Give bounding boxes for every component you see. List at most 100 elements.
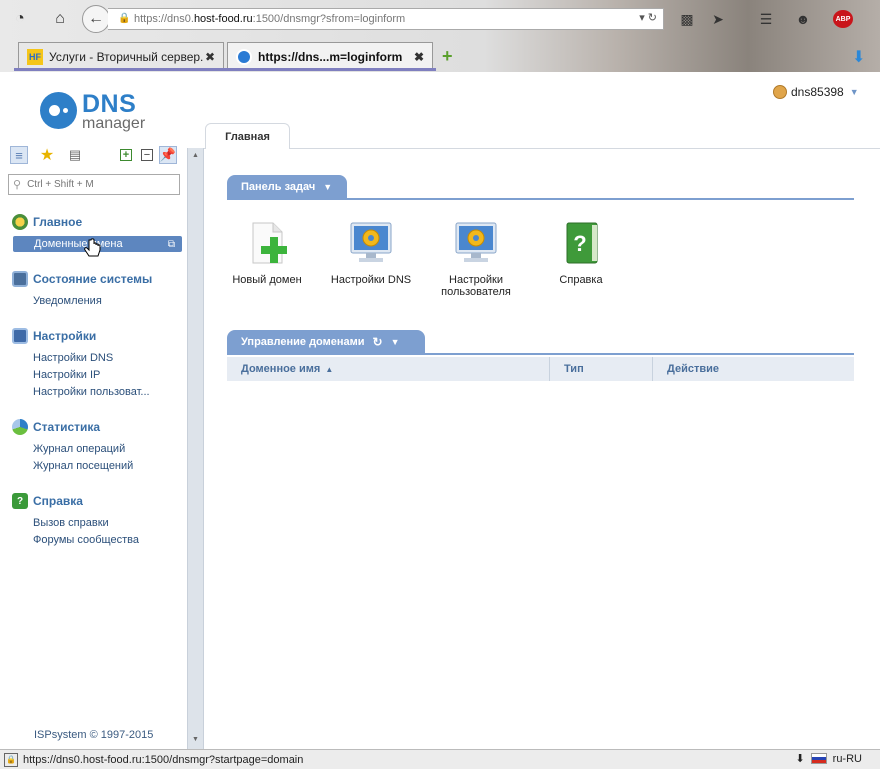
- favorites-icon[interactable]: ★: [38, 146, 56, 164]
- tree-view-icon[interactable]: ≡: [10, 146, 28, 164]
- close-icon[interactable]: ✖: [203, 50, 217, 64]
- sidebar-item-dns-settings[interactable]: Настройки DNS: [33, 352, 113, 364]
- locale[interactable]: ru-RU: [833, 753, 862, 765]
- collapse-all-icon[interactable]: −: [141, 149, 153, 161]
- browser-tab-services[interactable]: HF Услуги - Вторичный сервер... ✖: [18, 42, 224, 70]
- adblock-button[interactable]: ABP: [833, 10, 853, 28]
- hostfood-favicon-icon: HF: [27, 48, 43, 65]
- user-icon: [773, 85, 787, 99]
- task-help[interactable]: ? Справка: [536, 220, 626, 286]
- menu-search[interactable]: ⚲: [8, 174, 180, 195]
- tab-title: https://dns...m=loginform: [258, 49, 403, 64]
- logo-secondary: manager: [82, 115, 146, 132]
- browser-tab-dnsmanager[interactable]: https://dns...m=loginform ✖: [227, 42, 433, 70]
- menu-search-input[interactable]: [27, 179, 168, 190]
- tasks-panel-line: [227, 198, 854, 200]
- lock-icon: 🔒: [118, 13, 131, 24]
- sidebar-item-operations-log[interactable]: Журнал операций: [33, 443, 125, 455]
- history-icon[interactable]: ◔: [8, 7, 32, 31]
- expand-all-icon[interactable]: +: [120, 149, 132, 161]
- menu-icon[interactable]: ☰: [756, 9, 776, 29]
- sidebar-item-user-settings[interactable]: Настройки пользоват...: [33, 386, 150, 398]
- user-menu[interactable]: dns85398 ▼: [773, 85, 859, 99]
- column-action[interactable]: Действие: [653, 357, 854, 381]
- sort-ascending-icon: ▲: [325, 364, 334, 374]
- stats-icon: [12, 419, 28, 435]
- user-settings-icon: [455, 222, 497, 262]
- logo-primary: DNS: [82, 90, 137, 118]
- column-domain-name[interactable]: Доменное имя ▲: [227, 357, 550, 381]
- sidebar-group-system-status[interactable]: Состояние системы: [12, 271, 152, 287]
- open-new-window-icon[interactable]: ⧉: [168, 239, 175, 250]
- task-user-settings[interactable]: Настройки пользователя: [431, 220, 521, 298]
- task-label: Настройки пользователя: [441, 274, 511, 298]
- tab-main[interactable]: Главная: [205, 123, 290, 149]
- sidebar-group-statistics[interactable]: Статистика: [12, 419, 100, 435]
- domains-panel-title: Управление доменами: [241, 336, 365, 348]
- dns-favicon-icon: [236, 48, 252, 65]
- copyright: ISPsystem © 1997-2015: [34, 729, 154, 741]
- pocket-icon[interactable]: ▩: [677, 9, 697, 29]
- svg-text:?: ?: [573, 231, 586, 256]
- task-label: Новый домен: [232, 274, 302, 286]
- task-label: Настройки DNS: [330, 274, 412, 286]
- send-icon[interactable]: ➤: [708, 9, 728, 29]
- domains-table-header: Доменное имя ▲ Тип Действие: [227, 357, 854, 381]
- settings-icon: [12, 328, 28, 344]
- task-dns-settings[interactable]: Настройки DNS: [326, 220, 416, 286]
- dns-settings-icon: [350, 222, 392, 262]
- help-book-icon: ?: [566, 222, 598, 264]
- browser-chrome: ◔ ⌂ ← 🔒 https://dns0. host-food.ru:1500/d…: [0, 0, 880, 72]
- chevron-down-icon: ▼: [849, 87, 859, 97]
- sidebar-item-ip-settings[interactable]: Настройки IP: [33, 369, 100, 381]
- close-icon[interactable]: ✖: [412, 50, 426, 64]
- url-suffix: :1500/dnsmgr?sfrom=loginform: [252, 13, 406, 25]
- tab-bar-line: [188, 148, 880, 149]
- chevron-down-icon[interactable]: ▼: [391, 337, 400, 347]
- sidebar-splitter[interactable]: ▲ ▼: [187, 148, 204, 749]
- browser-toolbar: ◔ ⌂ ← 🔒 https://dns0. host-food.ru:1500/d…: [0, 0, 880, 38]
- sidebar-group-help[interactable]: ? Справка: [12, 493, 83, 509]
- help-icon: ?: [12, 493, 28, 509]
- pin-icon[interactable]: 📌: [159, 146, 177, 164]
- hand-cursor-icon: [84, 238, 101, 257]
- refresh-icon[interactable]: ↻: [373, 335, 383, 349]
- download-status-icon[interactable]: ⬇: [795, 752, 804, 765]
- sidebar-item-community-forums[interactable]: Форумы сообщества: [33, 534, 139, 546]
- home-button[interactable]: ⌂: [48, 7, 72, 31]
- url-prefix: https://dns0.: [134, 13, 194, 25]
- url-host: host-food.ru: [193, 13, 253, 25]
- status-url: https://dns0.host-food.ru:1500/dnsmgr?st…: [23, 753, 304, 766]
- tab-underline: [14, 68, 436, 71]
- home-icon: [12, 214, 28, 230]
- sidebar-item-call-help[interactable]: Вызов справки: [33, 517, 109, 529]
- tasks-panel-title: Панель задач: [241, 181, 316, 193]
- collapse-up-icon[interactable]: ▲: [192, 152, 199, 159]
- smiley-icon[interactable]: ☻: [793, 9, 813, 29]
- sidebar-group-main[interactable]: Главное: [12, 214, 82, 230]
- column-type[interactable]: Тип: [550, 357, 653, 381]
- logo-mark-icon: [40, 92, 77, 129]
- sidebar-toolbar: ≡ ★ ▤ + − 📌: [10, 146, 180, 166]
- new-tab-icon[interactable]: +: [442, 46, 453, 67]
- collapse-down-icon[interactable]: ▼: [192, 736, 199, 743]
- chevron-down-icon[interactable]: ▼: [323, 182, 332, 192]
- dns-manager-logo: DNS manager: [40, 92, 145, 132]
- tasks-panel-header[interactable]: Панель задач ▼: [227, 175, 347, 199]
- sidebar-item-visits-log[interactable]: Журнал посещений: [33, 460, 133, 472]
- sidebar-item-notifications[interactable]: Уведомления: [33, 295, 102, 307]
- briefcase-icon[interactable]: ▤: [66, 146, 84, 164]
- reload-icon[interactable]: ▾ ↻: [639, 11, 657, 24]
- monitor-icon: [12, 271, 28, 287]
- address-bar[interactable]: 🔒 https://dns0. host-food.ru:1500/dnsmgr?…: [108, 8, 664, 30]
- domains-panel-header[interactable]: Управление доменами ↻ ▼: [227, 330, 425, 354]
- download-icon[interactable]: ⬇: [852, 47, 865, 67]
- username: dns85398: [791, 85, 844, 99]
- lock-icon: 🔒: [4, 752, 18, 767]
- sidebar-group-settings[interactable]: Настройки: [12, 328, 96, 344]
- domains-panel-line: [227, 353, 854, 355]
- task-new-domain[interactable]: Новый домен: [222, 220, 312, 286]
- back-button[interactable]: ←: [82, 5, 110, 33]
- browser-status-bar: 🔒 https://dns0.host-food.ru:1500/dnsmgr?…: [0, 749, 880, 769]
- task-label: Справка: [559, 274, 603, 286]
